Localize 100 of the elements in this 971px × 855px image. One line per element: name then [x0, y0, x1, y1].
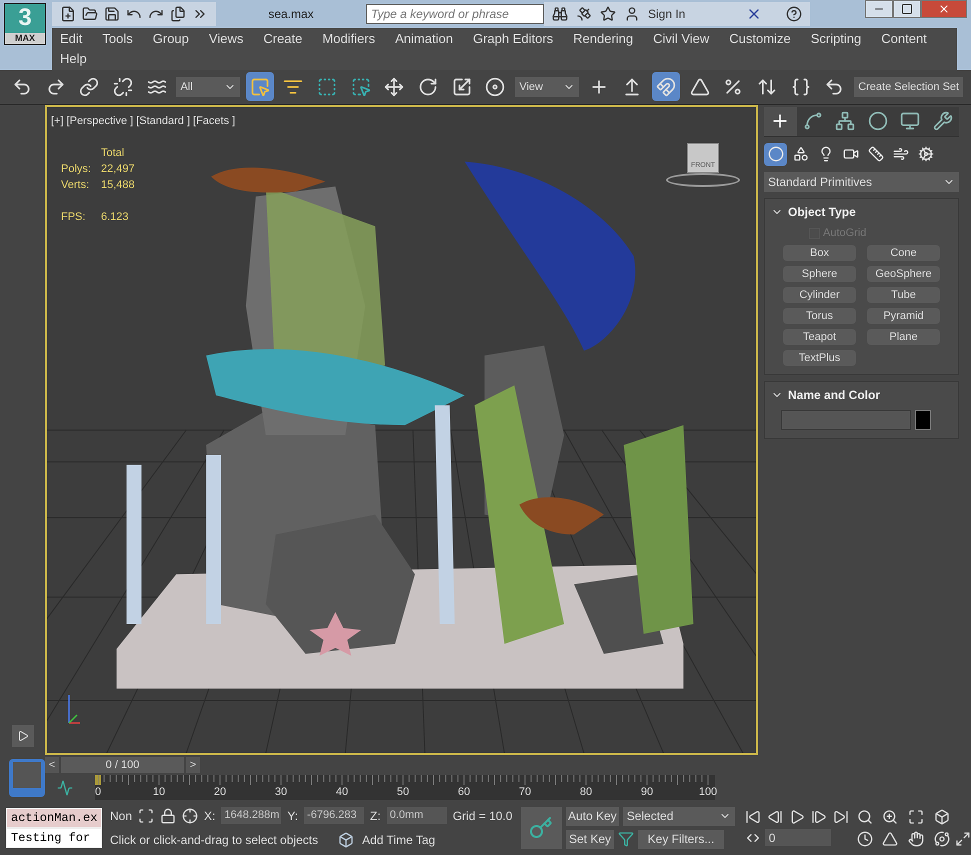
isolate-icon[interactable]: [138, 808, 154, 824]
menu-item[interactable]: Help: [60, 49, 87, 69]
toolbar-dropdown[interactable]: View: [515, 76, 579, 97]
color-swatch[interactable]: [915, 410, 931, 430]
menu-item[interactable]: Customize: [729, 29, 791, 49]
select-icon: [250, 76, 270, 97]
orbit-icon[interactable]: [934, 830, 950, 847]
primitive-button[interactable]: Box: [783, 245, 856, 262]
coordinate-field[interactable]: 1648.288m: [221, 807, 282, 824]
redo-icon: [46, 76, 66, 97]
viewport-label[interactable]: [Perspective ]: [66, 112, 134, 130]
command-panel-tab[interactable]: [796, 106, 829, 136]
primitive-button[interactable]: Teapot: [783, 329, 856, 346]
command-panel-tab[interactable]: [764, 106, 796, 136]
star-icon[interactable]: [600, 6, 616, 22]
menu-item[interactable]: Group: [152, 29, 189, 49]
command-panel-tab[interactable]: [926, 106, 959, 136]
stat-value: 22,497: [101, 162, 135, 177]
primitives-dropdown[interactable]: Standard Primitives: [764, 172, 959, 192]
primitive-button[interactable]: TextPlus: [783, 350, 856, 366]
stat-label: Polys:: [61, 162, 92, 177]
toolbar-button[interactable]: [652, 72, 680, 102]
expand-button[interactable]: [12, 725, 34, 748]
toolbar-button[interactable]: [246, 72, 274, 102]
menu-item[interactable]: Content: [881, 29, 927, 49]
save-icon[interactable]: [104, 6, 120, 22]
coordinate-field[interactable]: 0.0mm: [386, 807, 447, 824]
previous-key-icon[interactable]: [766, 809, 783, 826]
disc-icon: [485, 76, 506, 97]
binoculars-icon[interactable]: [552, 6, 568, 22]
play-icon[interactable]: [788, 809, 805, 826]
object-name-field[interactable]: [781, 410, 911, 430]
track-bar[interactable]: 0 10 20 30 40 50 60 70 80 90 100: [95, 775, 715, 800]
primitive-button[interactable]: GeoSphere: [867, 266, 940, 282]
primitive-button[interactable]: Cylinder: [783, 287, 856, 304]
restore-button[interactable]: [893, 0, 921, 18]
curve-editor-icon[interactable]: [57, 780, 73, 796]
key-filter-icon[interactable]: [618, 831, 634, 848]
time-slider-thumb[interactable]: 0 / 100: [61, 757, 184, 774]
primitive-button[interactable]: Pyramid: [867, 308, 940, 324]
menu-item[interactable]: Graph Editors: [472, 29, 554, 49]
viewport-label[interactable]: [Facets ]: [193, 112, 236, 130]
menu-item[interactable]: Modifiers: [322, 29, 376, 49]
zoom-extents-icon[interactable]: [908, 808, 924, 825]
stats-header: Total: [101, 146, 126, 161]
rollout-title[interactable]: Name and Color: [788, 386, 880, 404]
next-frame-button[interactable]: >: [186, 757, 200, 774]
toolbar-dropdown[interactable]: All: [176, 76, 240, 97]
set-key-text-button[interactable]: Set Key: [566, 830, 614, 849]
search-field[interactable]: Type a keyword or phrase: [366, 4, 544, 24]
files-icon[interactable]: [170, 6, 186, 22]
wrench-icon: [932, 111, 953, 132]
restore-icon: [901, 3, 913, 15]
new-file-icon[interactable]: [60, 6, 76, 22]
menu-item[interactable]: Animation: [395, 29, 453, 49]
next-key-icon[interactable]: [810, 809, 827, 826]
primitive-button[interactable]: Cone: [867, 245, 940, 262]
auto-key-button[interactable]: Auto Key: [566, 806, 619, 826]
close-icon: [938, 3, 950, 15]
primitive-button[interactable]: Sphere: [783, 266, 856, 282]
menu-item[interactable]: Create: [263, 29, 302, 49]
viewport-label[interactable]: [Standard ]: [136, 112, 190, 130]
frame-label: 30: [274, 786, 288, 798]
time-tag-button[interactable]: Add Time Tag: [362, 830, 436, 849]
primitive-button[interactable]: Plane: [867, 329, 940, 346]
rollout-title[interactable]: Object Type: [788, 202, 856, 221]
pan-icon[interactable]: [908, 830, 924, 847]
selection-set-field[interactable]: Create Selection Set: [854, 76, 964, 97]
help-icon[interactable]: [786, 6, 802, 22]
menu-item[interactable]: Edit: [60, 29, 82, 49]
menu-item[interactable]: Views: [208, 29, 244, 49]
cube-icon[interactable]: [338, 832, 354, 848]
lock-icon[interactable]: [160, 808, 176, 824]
selection-dropdown[interactable]: Non: [110, 806, 132, 825]
key-filters-button[interactable]: Key Filters...: [638, 830, 724, 849]
maximize-viewport-icon[interactable]: [955, 830, 971, 847]
move-icon: [384, 76, 404, 97]
close-button[interactable]: [921, 0, 967, 18]
key-mode-dropdown[interactable]: Selected: [622, 806, 735, 826]
zoom-all-icon[interactable]: [882, 808, 898, 825]
viewport-label[interactable]: [+]: [51, 112, 64, 130]
set-key-button[interactable]: [520, 806, 562, 849]
primitive-button[interactable]: Tube: [867, 287, 940, 304]
frame-field[interactable]: 0: [764, 829, 831, 846]
cube-icon[interactable]: [934, 808, 950, 825]
category-button[interactable]: [764, 142, 787, 166]
menu-item[interactable]: Tools: [102, 29, 133, 49]
menu-item[interactable]: Civil View: [653, 29, 710, 49]
coordinate-field[interactable]: -6796.283: [304, 807, 364, 824]
menu-item[interactable]: Scripting: [810, 29, 862, 49]
go-to-start-icon[interactable]: [744, 809, 761, 826]
menu-item[interactable]: Rendering: [573, 29, 634, 49]
primitive-button[interactable]: Torus: [783, 308, 856, 324]
previous-frame-button[interactable]: <: [45, 757, 59, 774]
open-folder-icon[interactable]: [82, 6, 98, 22]
coordinate-label: X:: [204, 808, 216, 825]
app-logo-button[interactable]: 3 MAX: [4, 3, 46, 45]
satellite-icon[interactable]: [576, 6, 592, 22]
zoom-icon[interactable]: [856, 808, 873, 825]
go-to-end-icon[interactable]: [832, 809, 849, 826]
